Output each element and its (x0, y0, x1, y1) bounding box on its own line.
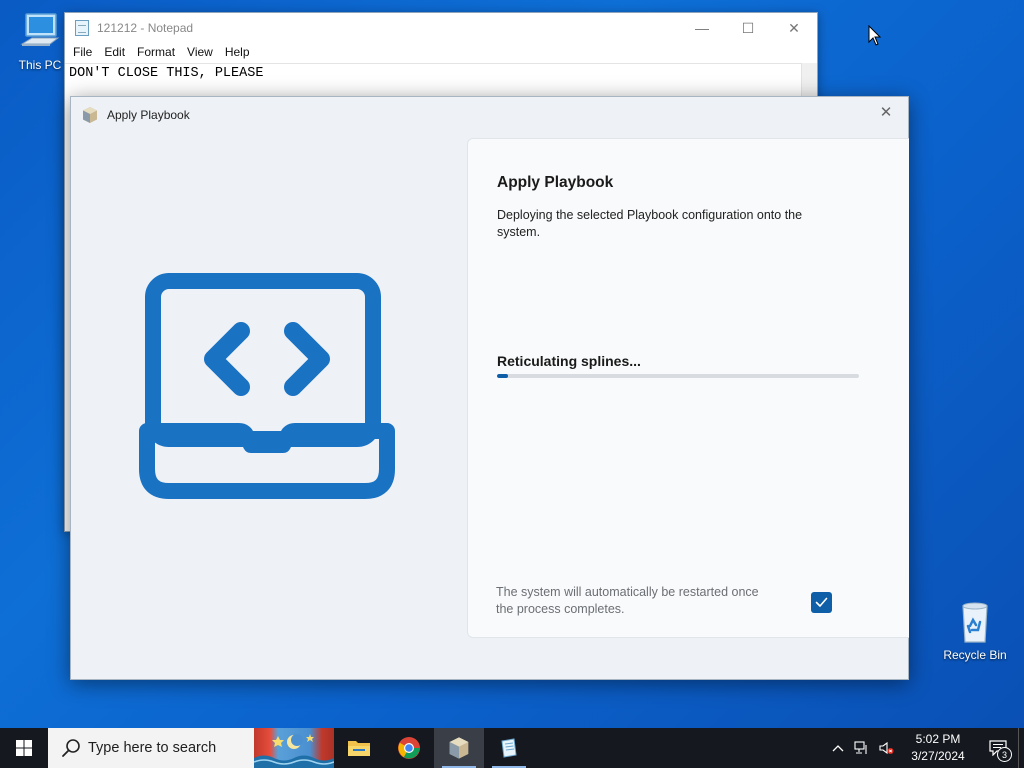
taskbar-file-explorer[interactable] (334, 728, 384, 768)
taskbar-notepad[interactable] (484, 728, 534, 768)
clock-date: 3/27/2024 (911, 749, 965, 763)
progress-status: Reticulating splines... (497, 353, 641, 369)
desktop-icon-label: Recycle Bin (943, 648, 1007, 662)
show-desktop-button[interactable] (1018, 728, 1024, 768)
panel-heading: Apply Playbook (497, 174, 614, 191)
search-highlight-widget[interactable] (254, 728, 334, 768)
action-center-button[interactable]: 3 (978, 728, 1018, 768)
mouse-cursor-icon (868, 24, 882, 47)
maximize-button[interactable]: ☐ (725, 13, 771, 43)
progress-bar (497, 374, 859, 378)
progress-bar-fill (497, 374, 508, 378)
restart-note: The system will automatically be restart… (496, 585, 759, 616)
search-icon (60, 737, 82, 759)
dialog-close-button[interactable]: ✕ (872, 101, 900, 123)
notepad-icon (501, 738, 517, 758)
menu-format[interactable]: Format (131, 43, 181, 63)
system-tray: 5:02 PM 3/27/2024 3 (826, 728, 1024, 768)
menu-edit[interactable]: Edit (98, 43, 131, 63)
menu-view[interactable]: View (181, 43, 219, 63)
minimize-button[interactable]: — (679, 13, 725, 43)
dialog-titlebar[interactable]: Apply Playbook (71, 97, 908, 133)
search-placeholder: Type here to search (88, 740, 217, 756)
taskbar-search-box[interactable]: Type here to search (48, 728, 254, 768)
playbook-app-icon (81, 106, 99, 124)
apply-playbook-dialog[interactable]: Apply Playbook ✕ Apply Playbook Deployin… (70, 96, 909, 680)
volume-muted-icon[interactable] (874, 728, 898, 768)
chevron-up-icon[interactable] (826, 728, 850, 768)
file-explorer-icon (348, 741, 370, 756)
recycle-bin-icon (951, 598, 999, 646)
notification-count-badge: 3 (997, 747, 1012, 762)
notepad-icon (75, 20, 89, 36)
progress-panel: Apply Playbook Deploying the selected Pl… (467, 138, 909, 638)
notepad-menubar: File Edit Format View Help (65, 43, 817, 63)
notepad-title: 121212 - Notepad (97, 21, 194, 35)
menu-help[interactable]: Help (219, 43, 256, 63)
menu-file[interactable]: File (67, 43, 98, 63)
start-button[interactable] (0, 728, 48, 768)
dialog-title: Apply Playbook (107, 108, 190, 122)
panel-description: Deploying the selected Playbook configur… (497, 208, 803, 239)
restart-checkbox[interactable] (811, 592, 832, 613)
taskbar-clock[interactable]: 5:02 PM 3/27/2024 (898, 731, 978, 765)
checkmark-icon (815, 597, 828, 607)
taskbar: Type here to search 5:02 PM 3/27/2024 3 (0, 728, 1024, 768)
notepad-titlebar[interactable]: 121212 - Notepad — ☐ ✕ (65, 13, 817, 43)
windows-logo-icon (16, 740, 32, 756)
clock-time: 5:02 PM (915, 732, 961, 746)
close-button[interactable]: ✕ (771, 13, 817, 43)
taskbar-playbook-app[interactable] (434, 728, 484, 768)
computer-icon (16, 8, 64, 56)
desktop-icon-recycle-bin[interactable]: Recycle Bin (937, 598, 1013, 662)
laptop-code-icon (139, 273, 395, 499)
chrome-icon (398, 737, 420, 759)
playbook-app-icon (449, 737, 469, 759)
taskbar-chrome[interactable] (384, 728, 434, 768)
network-icon[interactable] (850, 728, 874, 768)
